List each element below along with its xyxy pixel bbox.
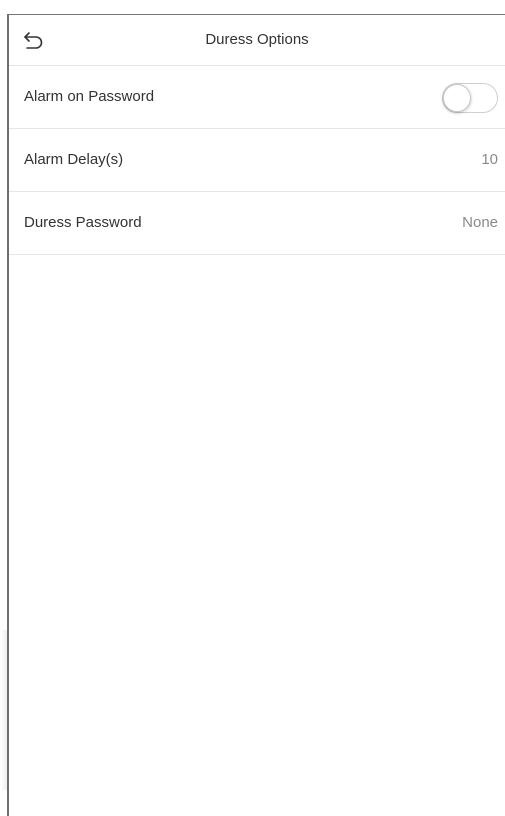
setting-value: None: [462, 214, 498, 231]
page-title: Duress Options: [205, 31, 309, 48]
setting-label: Duress Password: [24, 214, 142, 231]
alarm-on-password-toggle[interactable]: [442, 83, 498, 113]
setting-row-alarm-delay[interactable]: Alarm Delay(s) 10: [9, 129, 505, 192]
setting-row-alarm-on-password[interactable]: Alarm on Password: [9, 66, 505, 129]
header-bar: Duress Options: [9, 15, 505, 66]
outer-shadow: [0, 630, 7, 790]
setting-label: Alarm Delay(s): [24, 151, 124, 168]
duress-options-screen: Duress Options Alarm on Password Alarm D…: [0, 0, 505, 816]
setting-label: Alarm on Password: [24, 88, 155, 105]
toggle-knob: [443, 84, 471, 112]
settings-list: Alarm on Password Alarm Delay(s) 10 Dure…: [9, 66, 505, 255]
setting-value: 10: [481, 151, 498, 168]
setting-row-duress-password[interactable]: Duress Password None: [9, 192, 505, 255]
